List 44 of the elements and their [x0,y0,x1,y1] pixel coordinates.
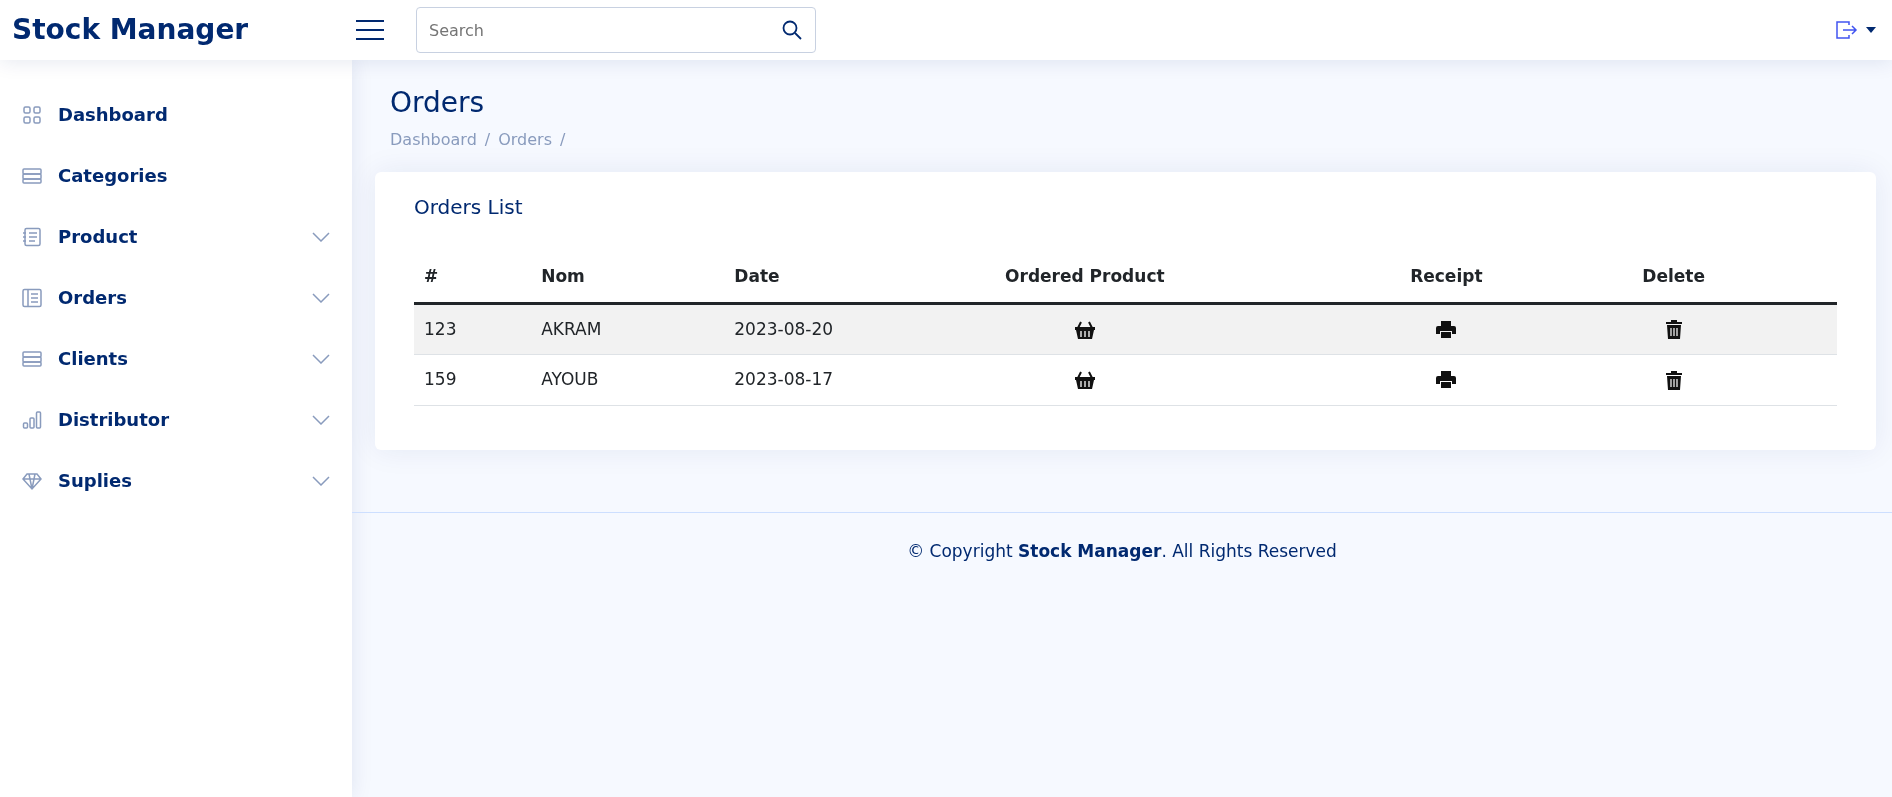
brand-logo[interactable]: Stock Manager [0,9,356,51]
page-title: Orders [390,85,486,121]
caret-icon [1866,27,1876,33]
bar-chart-icon [22,409,42,430]
sidebar-item[interactable]: Product [0,206,352,267]
table-cell: 123 [424,318,457,339]
trash-icon[interactable] [1665,320,1682,339]
server-icon [22,348,42,369]
grid-icon [22,104,42,125]
sidebar-item[interactable]: Orders [0,267,352,328]
printer-icon[interactable] [1436,371,1457,389]
column-header: Delete [1642,266,1705,286]
search-icon[interactable] [782,20,802,40]
table-cell: AKRAM [541,318,602,339]
list-icon [22,226,42,247]
sidebar-item[interactable]: Dashboard [0,84,352,145]
sidebar-item[interactable]: Suplies [0,450,352,511]
table-cell: 2023-08-20 [734,318,834,339]
card-title: Orders List [414,194,524,221]
copyright-text: © Copyright Stock Manager. All Rights Reserved [907,540,1337,561]
menu-icon[interactable] [356,19,384,41]
logout-dropdown[interactable] [1836,21,1876,39]
column-header: # [424,266,439,286]
search-field[interactable]: Search [416,7,816,53]
table-cell: 2023-08-17 [734,369,834,389]
trash-icon[interactable] [1665,370,1682,390]
table-cell: 159 [424,369,457,389]
column-header: Nom [541,266,585,286]
breadcrumb-separator: / [560,129,566,151]
server-icon [22,165,42,186]
logout-icon [1836,21,1858,39]
column-header: Date [734,266,780,286]
breadcrumb-separator: / [484,129,491,151]
basket-icon[interactable] [1074,371,1095,389]
column-header: Ordered Product [1005,266,1165,286]
gem-icon [22,470,42,491]
layout-icon [22,287,42,308]
table-cell: AYOUB [541,369,599,389]
printer-icon[interactable] [1436,320,1457,339]
sidebar-item[interactable]: Clients [0,328,352,389]
basket-icon[interactable] [1074,320,1095,339]
column-header: Receipt [1410,266,1483,286]
sidebar-item[interactable]: Distributor [0,389,352,450]
sidebar-item[interactable]: Categories [0,145,352,206]
